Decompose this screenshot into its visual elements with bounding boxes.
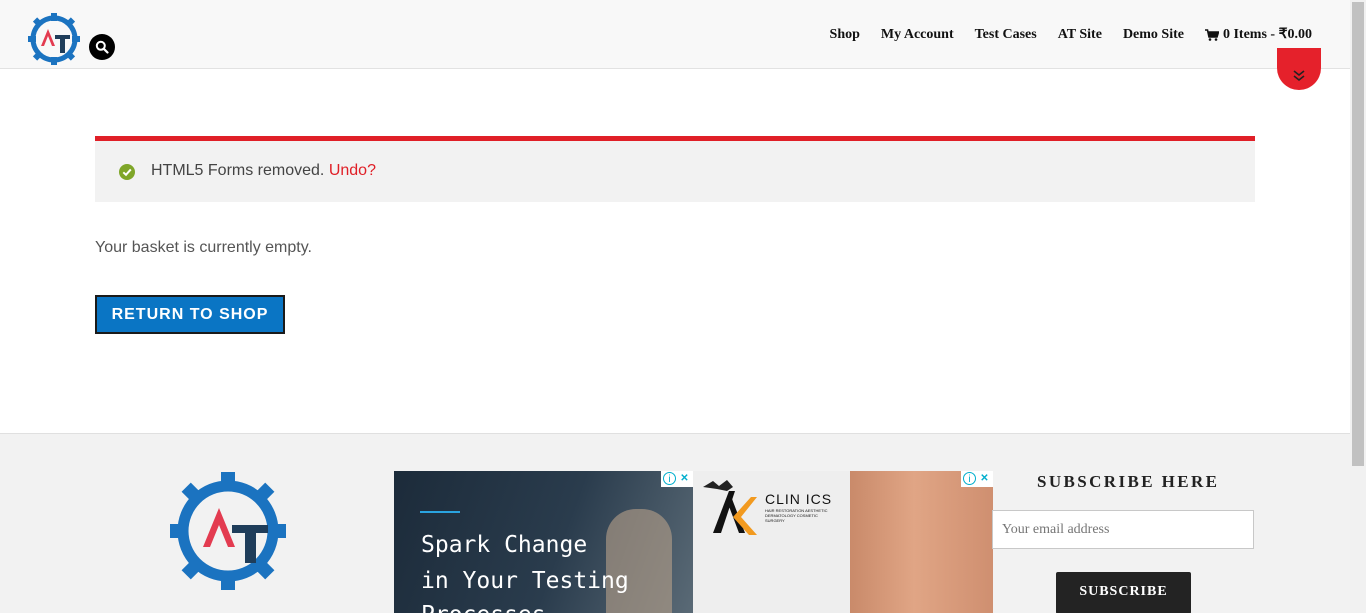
- undo-link[interactable]: Undo?: [329, 162, 376, 179]
- ad-accent-line: [420, 511, 460, 513]
- scroll-down-button[interactable]: [1277, 48, 1321, 90]
- main-nav: Shop My Account Test Cases AT Site Demo …: [830, 26, 1312, 43]
- success-notice: HTML5 Forms removed. Undo?: [95, 136, 1255, 202]
- cart-summary: 0 Items - ₹0.00: [1222, 27, 1312, 42]
- nav-my-account[interactable]: My Account: [881, 26, 954, 43]
- ad-close-icon[interactable]: ✕: [678, 472, 691, 485]
- check-circle-icon: [119, 164, 135, 180]
- ak-clinics-logo: [703, 480, 757, 535]
- ad-clinic-brand: CLIN ICS: [765, 491, 833, 507]
- footer-logo[interactable]: [170, 470, 286, 592]
- nav-test-cases[interactable]: Test Cases: [975, 26, 1037, 43]
- ad-clinic-image: [850, 471, 993, 613]
- ad-info-icon[interactable]: i: [963, 472, 976, 485]
- notice-message: HTML5 Forms removed.: [151, 162, 325, 179]
- ad-headline-line-2: in Your Testing: [421, 568, 629, 594]
- site-footer: Spark Change in Your Testing Processes i…: [0, 433, 1350, 613]
- site-logo[interactable]: [28, 13, 80, 65]
- ad-choices[interactable]: i ✕: [661, 471, 693, 487]
- nav-shop[interactable]: Shop: [830, 26, 860, 43]
- ad-info-icon[interactable]: i: [663, 472, 676, 485]
- ad-banner-testing[interactable]: Spark Change in Your Testing Processes i…: [394, 471, 693, 613]
- search-button[interactable]: [89, 34, 115, 60]
- empty-basket-message: Your basket is currently empty.: [95, 239, 312, 256]
- return-to-shop-button[interactable]: RETURN TO SHOP: [95, 295, 285, 334]
- ad-person-image: [606, 509, 672, 613]
- cart-icon: [1204, 28, 1219, 41]
- nav-demo-site[interactable]: Demo Site: [1123, 26, 1184, 43]
- ad-headline-line-3: Processes: [421, 602, 546, 613]
- ad-banner-clinics[interactable]: CLIN ICS HAIR RESTORATION AESTHETIC DERM…: [693, 471, 993, 613]
- email-input[interactable]: [992, 510, 1254, 549]
- nav-cart[interactable]: 0 Items - ₹0.00: [1204, 26, 1312, 43]
- ad-clinic-tagline: HAIR RESTORATION AESTHETIC DERMATOLOGY C…: [765, 508, 828, 523]
- ad-headline-line-1: Spark Change: [421, 532, 588, 558]
- search-icon: [95, 40, 109, 54]
- notice-text: HTML5 Forms removed. Undo?: [151, 162, 376, 180]
- ad-close-icon[interactable]: ✕: [978, 472, 991, 485]
- scrollbar-thumb[interactable]: [1352, 2, 1364, 466]
- subscribe-button[interactable]: SUBSCRIBE: [1056, 572, 1191, 613]
- subscribe-heading: SUBSCRIBE HERE: [1037, 472, 1220, 491]
- double-chevron-down-icon: [1293, 70, 1305, 82]
- ad-choices[interactable]: i ✕: [961, 471, 993, 487]
- site-header: Shop My Account Test Cases AT Site Demo …: [0, 0, 1350, 69]
- nav-at-site[interactable]: AT Site: [1058, 26, 1102, 43]
